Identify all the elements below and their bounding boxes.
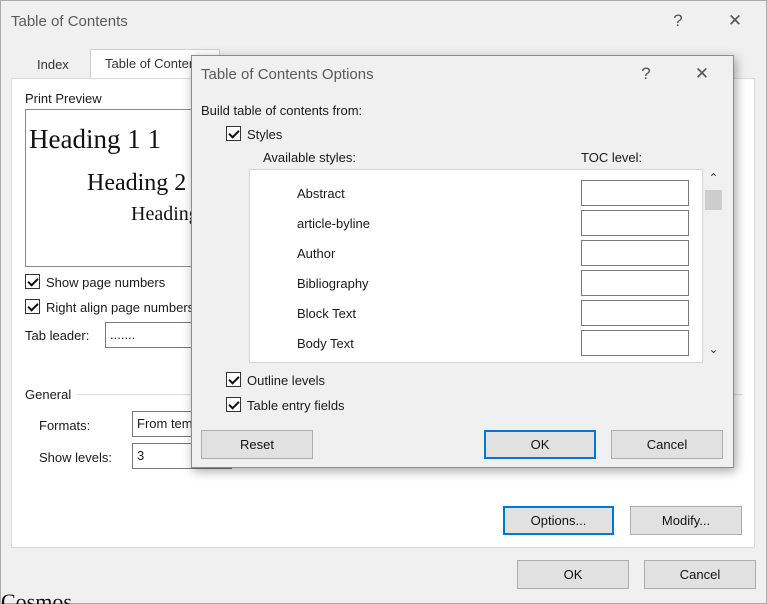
styles-checkbox[interactable] [226, 126, 241, 141]
options-button[interactable]: Options... [503, 506, 614, 535]
tab-leader-label: Tab leader: [25, 328, 90, 343]
table-entry-fields-label: Table entry fields [247, 398, 345, 413]
show-levels-label: Show levels: [39, 450, 112, 465]
toc-level-input[interactable] [581, 270, 689, 296]
reset-button[interactable]: Reset [201, 430, 313, 459]
print-preview-label: Print Preview [25, 91, 102, 106]
outline-levels-label: Outline levels [247, 373, 326, 388]
build-from-label: Build table of contents from: [201, 103, 363, 118]
options-ok-button[interactable]: OK [484, 430, 596, 459]
preview-heading-1: Heading 1 1 [29, 124, 161, 154]
style-name: article-byline [297, 216, 370, 231]
toc-options-dialog: Table of Contents Options ? ✕ Build tabl… [191, 55, 734, 468]
list-item[interactable]: Bibliography [250, 268, 702, 298]
print-preview-box: Heading 1 1 Heading 2 Heading 3 [25, 109, 215, 267]
available-styles-label: Available styles: [263, 150, 356, 165]
style-name: Bibliography [297, 276, 369, 291]
background-document-text: Cosmos [1, 589, 72, 604]
help-icon[interactable]: ? [666, 11, 690, 31]
list-item[interactable]: article-byline [250, 208, 702, 238]
toc-level-input[interactable] [581, 330, 689, 356]
right-align-checkbox[interactable] [25, 299, 40, 314]
right-align-label: Right align page numbers [46, 300, 195, 315]
styles-label: Styles [247, 127, 283, 142]
toc-level-label: TOC level: [581, 150, 643, 165]
options-help-icon[interactable]: ? [634, 64, 658, 84]
modify-button[interactable]: Modify... [630, 506, 742, 535]
show-page-numbers-checkbox[interactable] [25, 274, 40, 289]
cancel-button[interactable]: Cancel [644, 560, 756, 589]
style-name: Block Text [297, 306, 357, 321]
outline-levels-checkbox[interactable] [226, 372, 241, 387]
preview-heading-2: Heading 2 [87, 170, 187, 196]
style-name: Author [297, 246, 336, 261]
toc-level-input[interactable] [581, 180, 689, 206]
style-name: Body Text [297, 336, 354, 351]
scroll-up-icon[interactable]: ⌃ [705, 171, 722, 185]
options-dialog-title: Table of Contents Options [201, 66, 374, 83]
scrollbar-thumb[interactable] [705, 190, 722, 210]
options-close-icon[interactable]: ✕ [690, 64, 714, 84]
dialog-title: Table of Contents [11, 13, 128, 30]
styles-list: Abstract article-byline Author Bibliogra… [249, 169, 703, 363]
scroll-down-icon[interactable]: ⌄ [705, 342, 722, 356]
list-item[interactable]: Body Text [250, 328, 702, 358]
list-item[interactable]: Author [250, 238, 702, 268]
table-entry-fields-checkbox[interactable] [226, 397, 241, 412]
list-item[interactable]: Block Text [250, 298, 702, 328]
style-name: Abstract [297, 186, 345, 201]
general-label: General [25, 387, 72, 402]
list-item[interactable]: Abstract [250, 178, 702, 208]
toc-level-input[interactable] [581, 210, 689, 236]
options-cancel-button[interactable]: Cancel [611, 430, 723, 459]
toc-level-input[interactable] [581, 300, 689, 326]
ok-button[interactable]: OK [517, 560, 629, 589]
close-icon[interactable]: ✕ [723, 11, 747, 31]
show-page-numbers-label: Show page numbers [46, 275, 166, 290]
tab-index[interactable]: Index [23, 51, 83, 79]
formats-label: Formats: [39, 418, 91, 433]
toc-level-input[interactable] [581, 240, 689, 266]
